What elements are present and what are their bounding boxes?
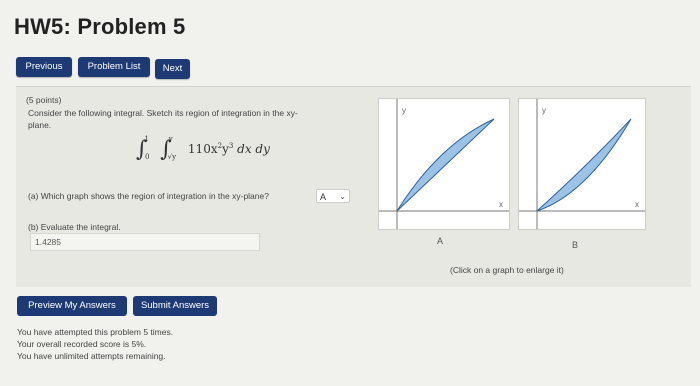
- prompt-line-1: Consider the following integral. Sketch …: [28, 108, 298, 118]
- inner-lower-limit: √y: [167, 153, 177, 161]
- integral-expression: ∫10 ∫y√y 110x2y3 dx dy: [136, 135, 270, 162]
- remaining-status: You have unlimited attempts remaining.: [17, 351, 166, 361]
- attempts-status: You have attempted this problem 5 times.: [17, 327, 174, 337]
- graph-caption: (Click on a graph to enlarge it): [450, 265, 564, 275]
- differentials: dx dy: [237, 142, 270, 156]
- page-title: HW5: Problem 5: [14, 14, 186, 39]
- previous-button[interactable]: Previous: [16, 57, 72, 77]
- outer-upper-limit: 1: [144, 135, 149, 143]
- integrand-coefficient: 110x: [187, 142, 218, 156]
- integrand-y-variable: y: [222, 142, 229, 156]
- prompt-line-2: plane.: [28, 120, 52, 130]
- graph-b-label: B: [572, 240, 579, 250]
- graph-a-label: A: [437, 236, 444, 246]
- graph-b[interactable]: y x: [518, 98, 646, 230]
- chevron-down-icon: ⌄: [339, 192, 346, 201]
- outer-lower-limit: 0: [144, 153, 150, 161]
- svg-text:y: y: [542, 106, 546, 115]
- svg-text:x: x: [499, 200, 503, 209]
- part-b-label: (b) Evaluate the integral.: [28, 222, 121, 232]
- graph-choice-value: A: [320, 192, 327, 202]
- integrand-y-exponent: 3: [228, 142, 234, 150]
- graph-b-plot: y x: [519, 99, 645, 229]
- graph-a-plot: y x: [379, 99, 509, 229]
- integral-answer-input[interactable]: 1.4285: [30, 233, 260, 251]
- graph-choice-select[interactable]: A ⌄: [316, 189, 350, 203]
- page: HW5: Problem 5 Previous Problem List Nex…: [0, 0, 700, 386]
- inner-upper-limit: y: [168, 135, 173, 143]
- next-button[interactable]: Next: [155, 59, 190, 79]
- preview-answers-button[interactable]: Preview My Answers: [17, 296, 127, 316]
- graph-a[interactable]: y x: [378, 98, 510, 230]
- problem-list-button[interactable]: Problem List: [78, 57, 150, 77]
- submit-answers-button[interactable]: Submit Answers: [133, 296, 217, 316]
- svg-text:x: x: [635, 200, 639, 209]
- svg-text:y: y: [402, 106, 406, 115]
- part-a-question: (a) Which graph shows the region of inte…: [28, 191, 269, 201]
- score-status: Your overall recorded score is 5%.: [17, 339, 147, 349]
- points-label: (5 points): [26, 95, 62, 105]
